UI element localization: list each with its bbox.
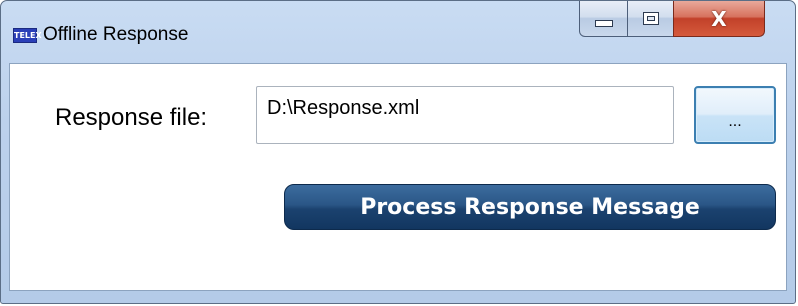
maximize-button[interactable] [627, 1, 674, 37]
dialog-window: TELEX Offline Response X Response file: … [0, 0, 796, 304]
telex-app-icon: TELEX [13, 28, 42, 43]
minimize-button[interactable] [579, 1, 628, 37]
dialog-body: Response file: D:\Response.xml ... Proce… [9, 63, 787, 291]
maximize-icon [642, 12, 659, 25]
minimize-icon [594, 20, 613, 27]
browse-button[interactable]: ... [694, 86, 776, 144]
response-file-input[interactable]: D:\Response.xml [256, 86, 674, 144]
process-response-button[interactable]: Process Response Message [284, 184, 776, 230]
close-button[interactable]: X [673, 1, 765, 37]
close-icon: X [711, 6, 727, 31]
response-file-label: Response file: [55, 104, 208, 131]
window-title: Offline Response [43, 24, 189, 45]
caption-buttons: X [579, 1, 791, 39]
title-bar[interactable]: TELEX Offline Response X [1, 1, 795, 63]
